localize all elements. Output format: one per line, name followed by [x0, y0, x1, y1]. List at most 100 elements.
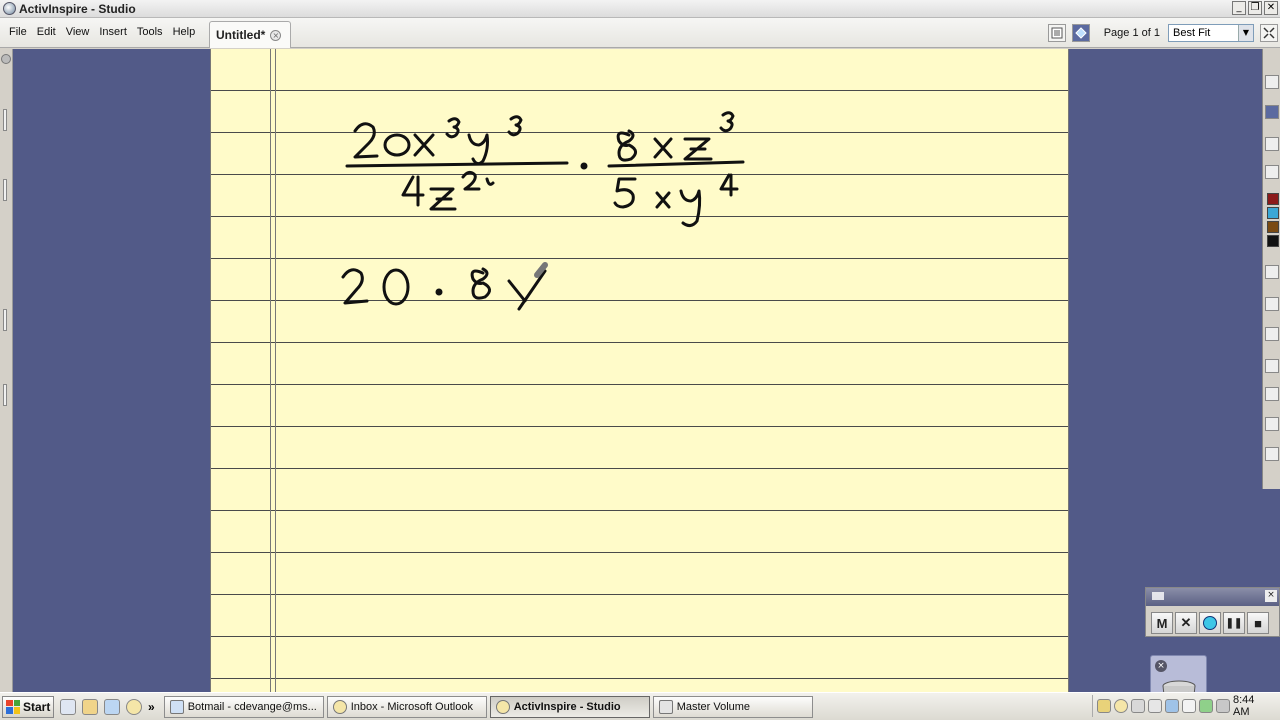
- taskbar: Start » Botmail - cdevange@ms... Inbox -…: [0, 692, 1280, 720]
- taskbar-item-hotmail[interactable]: Botmail - cdevange@ms...: [163, 695, 324, 718]
- main-menu: File Edit View Insert Tools Help: [4, 24, 200, 40]
- fraction2-denominator: [613, 173, 739, 228]
- splitter-handle[interactable]: [3, 109, 7, 131]
- tray-warning-icon[interactable]: [1097, 699, 1111, 713]
- fullscreen-icon[interactable]: [1260, 24, 1278, 42]
- pin-icon[interactable]: [1, 54, 11, 64]
- taskbar-item-label: Inbox - Microsoft Outlook: [350, 700, 473, 713]
- close-button[interactable]: ✕: [1264, 1, 1278, 15]
- fraction1-numerator: [353, 115, 523, 166]
- page-browser-icon[interactable]: [1047, 24, 1066, 42]
- tray-activinspire-icon[interactable]: [1114, 699, 1128, 713]
- splitter-handle[interactable]: [3, 179, 7, 201]
- workspace: × M ✕ ❚❚ ■ ×: [0, 49, 1280, 720]
- tab-title: Untitled*: [216, 28, 266, 42]
- system-tray: 8:44 AM: [1092, 694, 1280, 718]
- tray-app-icon[interactable]: [1165, 699, 1179, 713]
- taskbar-item-label: Botmail - cdevange@ms...: [187, 700, 317, 713]
- handwritten-expression: [341, 111, 745, 311]
- drag-handle-icon[interactable]: [1152, 592, 1164, 600]
- clock[interactable]: 8:44 AM: [1233, 694, 1272, 718]
- mute-button[interactable]: M: [1151, 612, 1173, 634]
- restore-button[interactable]: ❐: [1248, 1, 1262, 15]
- volume-icon[interactable]: [1148, 699, 1162, 713]
- fraction2-numerator: [616, 111, 735, 162]
- volume-window-icon: [658, 699, 673, 714]
- fill-tool-icon[interactable]: [1265, 387, 1279, 401]
- chevron-down-icon[interactable]: ▼: [1238, 25, 1253, 41]
- color-swatch-brown[interactable]: [1267, 221, 1279, 233]
- menu-edit[interactable]: Edit: [32, 24, 61, 40]
- title-bar: ActivInspire - Studio _ ❐ ✕: [0, 0, 1280, 18]
- highlighter-icon[interactable]: [1265, 137, 1279, 151]
- recorder-buttons: M ✕ ❚❚ ■: [1151, 612, 1269, 634]
- line-tool-icon[interactable]: [1265, 297, 1279, 311]
- page-controls: Page 1 of 1 Best Fit ▼: [1047, 23, 1280, 43]
- color-swatch-red[interactable]: [1267, 193, 1279, 205]
- pen-width-icon[interactable]: [1265, 265, 1279, 279]
- browser-icon[interactable]: [104, 698, 120, 715]
- color-swatch-blue[interactable]: [1267, 207, 1279, 219]
- menu-insert[interactable]: Insert: [94, 24, 132, 40]
- menu-help[interactable]: Help: [168, 24, 201, 40]
- splitter-handle[interactable]: [3, 309, 7, 331]
- taskbar-item-activinspire[interactable]: ActivInspire - Studio: [489, 695, 650, 718]
- eraser-icon[interactable]: [1265, 165, 1279, 179]
- reset-page-icon[interactable]: [1265, 447, 1279, 461]
- screen-recorder: × M ✕ ❚❚ ■: [1145, 587, 1280, 637]
- tray-star-icon[interactable]: [1182, 699, 1196, 713]
- tray-network-icon[interactable]: [1131, 699, 1145, 713]
- zoom-value: Best Fit: [1173, 27, 1211, 39]
- shape-tool-icon[interactable]: [1265, 359, 1279, 373]
- taskbar-item-outlook[interactable]: Inbox - Microsoft Outlook: [326, 695, 487, 718]
- splitter-handle[interactable]: [3, 384, 7, 406]
- zoom-select[interactable]: Best Fit ▼: [1168, 24, 1254, 42]
- page-indicator: Page 1 of 1: [1103, 27, 1160, 39]
- start-label: Start: [23, 699, 51, 714]
- activinspire-quicklaunch-icon[interactable]: [126, 698, 142, 715]
- work-line: [341, 262, 548, 311]
- fraction1-bar: [345, 161, 569, 168]
- minimize-button[interactable]: _: [1232, 1, 1246, 15]
- fraction2-bar: [607, 160, 745, 168]
- recorder-titlebar[interactable]: ×: [1146, 588, 1279, 606]
- window-title: ActivInspire - Studio: [19, 1, 136, 16]
- browser-window-icon: [169, 699, 184, 714]
- recorder-close-icon[interactable]: ×: [1265, 590, 1277, 602]
- quicklaunch-overflow-icon[interactable]: »: [148, 700, 155, 714]
- color-swatch-black[interactable]: [1267, 235, 1279, 247]
- taskbar-item-label: Master Volume: [676, 700, 751, 713]
- record-icon: [1203, 616, 1217, 630]
- left-browser-strip[interactable]: [0, 49, 13, 692]
- tray-security-icon[interactable]: [1199, 699, 1213, 713]
- fraction1-denominator: [401, 170, 495, 211]
- menu-tools[interactable]: Tools: [132, 24, 168, 40]
- main-toolbox[interactable]: [1262, 49, 1280, 489]
- clear-tool-icon[interactable]: [1265, 417, 1279, 431]
- menu-file[interactable]: File: [4, 24, 32, 40]
- cancel-recording-button[interactable]: ✕: [1175, 612, 1197, 634]
- menu-bar: File Edit View Insert Tools Help Untitle…: [0, 18, 1280, 48]
- tray-display-icon[interactable]: [1216, 699, 1230, 713]
- desktop-annotate-icon[interactable]: [1071, 24, 1090, 42]
- tab-untitled[interactable]: Untitled* ×: [209, 21, 291, 48]
- activinspire-app-icon: [3, 2, 16, 15]
- record-button[interactable]: [1199, 612, 1221, 634]
- stop-button[interactable]: ■: [1247, 612, 1269, 634]
- pen-tool-icon[interactable]: [1265, 105, 1279, 119]
- taskbar-item-master-volume[interactable]: Master Volume: [652, 695, 813, 718]
- multiply-dot: [580, 162, 588, 170]
- folder-icon[interactable]: [82, 698, 98, 715]
- start-button[interactable]: Start: [2, 695, 54, 718]
- trash-close-icon[interactable]: ×: [1155, 660, 1167, 672]
- taskbar-item-label: ActivInspire - Studio: [513, 700, 621, 713]
- text-tool-icon[interactable]: [1265, 327, 1279, 341]
- outlook-icon: [332, 699, 347, 714]
- pause-button[interactable]: ❚❚: [1223, 612, 1245, 634]
- menu-view[interactable]: View: [61, 24, 95, 40]
- show-desktop-icon[interactable]: [60, 698, 76, 715]
- windows-logo-icon: [6, 699, 20, 714]
- flipchart-page[interactable]: [210, 49, 1069, 692]
- select-tool-icon[interactable]: [1265, 75, 1279, 89]
- tab-close-icon[interactable]: ×: [270, 29, 282, 41]
